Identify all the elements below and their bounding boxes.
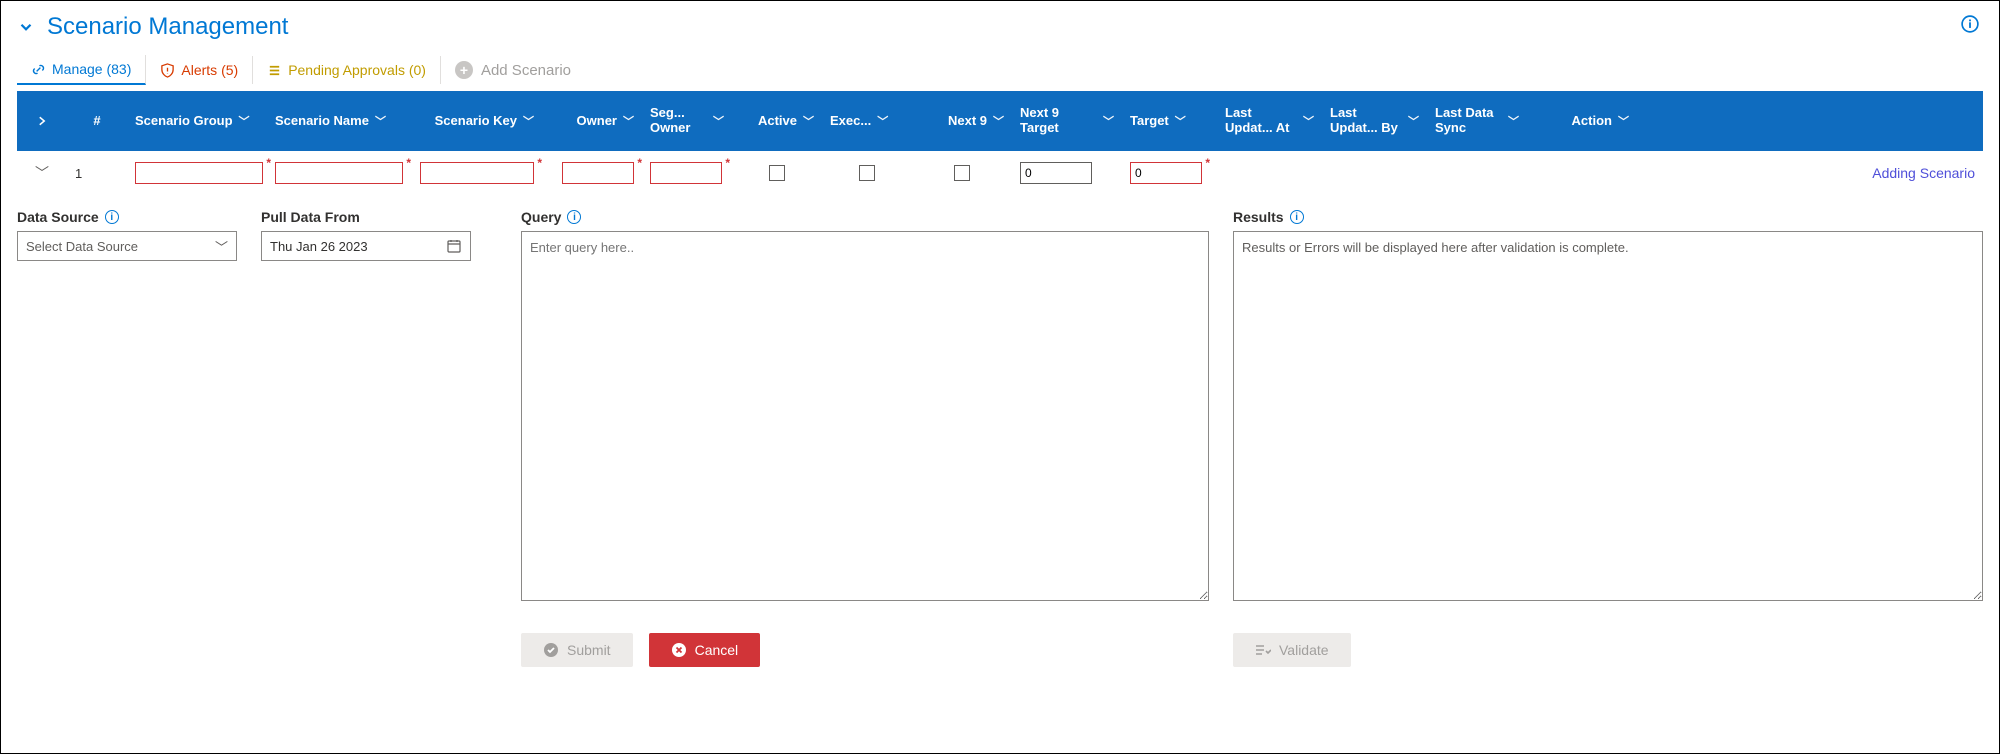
col-last-updated-at[interactable]: Last Updat... At﹀ [1217,106,1322,136]
pull-data-from-value: Thu Jan 26 2023 [270,239,368,254]
data-source-placeholder: Select Data Source [26,239,138,254]
query-label: Query [521,209,561,225]
results-output: Results or Errors will be displayed here… [1233,231,1983,601]
validate-button[interactable]: Validate [1233,633,1351,667]
cancel-label: Cancel [695,642,739,658]
scenario-key-input[interactable] [420,162,534,184]
tab-pending-label: Pending Approvals (0) [288,62,426,78]
panel: Scenario Management Manage (83) Alerts (… [0,0,2000,754]
validate-icon [1255,642,1271,658]
x-circle-icon [671,642,687,658]
active-checkbox[interactable] [769,165,785,181]
results-placeholder: Results or Errors will be displayed here… [1242,240,1629,255]
col-scenario-group[interactable]: Scenario Group﹀ [127,113,267,129]
chevron-down-icon[interactable]: ﹀ [877,113,888,129]
chevron-down-icon[interactable]: ﹀ [523,113,534,129]
shield-alert-icon [160,63,175,78]
exec-checkbox[interactable] [859,165,875,181]
col-next9-target[interactable]: Next 9 Target﹀ [1012,106,1122,136]
table-header: # Scenario Group﹀ Scenario Name﹀ Scenari… [17,91,1983,151]
tab-manage-label: Manage (83) [52,61,131,77]
form-area: Data Source i Select Data Source ﹀ Pull … [17,209,1983,667]
add-scenario-button[interactable]: + Add Scenario [441,55,585,85]
col-active[interactable]: Active﹀ [732,113,822,129]
chevron-down-icon[interactable]: ﹀ [1103,113,1114,129]
col-exec[interactable]: Exec...﹀ [822,113,912,129]
pull-data-from-field: Pull Data From Thu Jan 26 2023 [261,209,471,261]
info-icon[interactable]: i [1290,210,1304,224]
col-seg-owner[interactable]: Seg... Owner﹀ [642,106,732,136]
data-source-field: Data Source i Select Data Source ﹀ [17,209,237,261]
row-collapse-icon[interactable]: ﹀ [35,163,49,183]
chevron-down-icon[interactable]: ﹀ [623,113,634,129]
col-action[interactable]: Action﹀ [1527,113,1637,129]
scenario-name-input[interactable] [275,162,403,184]
info-icon[interactable]: i [105,210,119,224]
col-last-updated-by[interactable]: Last Updat... By﹀ [1322,106,1427,136]
chevron-down-icon[interactable]: ﹀ [1618,113,1629,129]
col-expander[interactable] [17,115,67,127]
col-owner[interactable]: Owner﹀ [542,113,642,129]
query-textarea[interactable] [521,231,1209,601]
col-target[interactable]: Target﹀ [1122,113,1217,129]
col-index[interactable]: # [67,114,127,129]
data-source-label: Data Source [17,209,99,225]
results-label: Results [1233,209,1284,225]
col-scenario-name[interactable]: Scenario Name﹀ [267,113,412,129]
chevron-down-icon[interactable]: ﹀ [1175,113,1186,129]
chevron-down-icon[interactable]: ﹀ [803,113,814,129]
chevron-down-icon[interactable]: ﹀ [239,113,250,129]
col-last-data-sync[interactable]: Last Data Sync﹀ [1427,106,1527,136]
tab-alerts[interactable]: Alerts (5) [146,56,253,84]
panel-header: Scenario Management [17,13,1983,41]
collapse-panel-icon[interactable] [17,18,35,36]
chevron-down-icon[interactable]: ﹀ [1508,113,1519,129]
info-icon[interactable] [1961,15,1979,33]
next9-checkbox[interactable] [954,165,970,181]
results-field: Results i Results or Errors will be disp… [1233,209,1983,667]
submit-button[interactable]: Submit [521,633,633,667]
tab-pending-approvals[interactable]: Pending Approvals (0) [253,56,441,84]
tab-manage[interactable]: Manage (83) [17,55,146,85]
chevron-down-icon[interactable]: ﹀ [713,113,724,129]
check-circle-icon [543,642,559,658]
target-input[interactable] [1130,162,1202,184]
add-scenario-label: Add Scenario [481,62,571,79]
validate-label: Validate [1279,642,1329,658]
data-source-select[interactable]: Select Data Source ﹀ [17,231,237,261]
plus-circle-icon: + [455,61,473,79]
calendar-icon [446,238,462,254]
pull-data-from-datepicker[interactable]: Thu Jan 26 2023 [261,231,471,261]
owner-input[interactable] [562,162,634,184]
col-scenario-key[interactable]: Scenario Key﹀ [412,113,542,129]
chevron-down-icon[interactable]: ﹀ [375,113,386,129]
tab-alerts-label: Alerts (5) [181,62,238,78]
next9-target-input[interactable] [1020,162,1092,184]
tab-bar: Manage (83) Alerts (5) Pending Approvals… [17,55,1983,85]
table-row: ﹀ 1 Adding Scenario [17,151,1983,195]
list-icon [267,63,282,78]
submit-label: Submit [567,642,611,658]
pull-data-from-label: Pull Data From [261,209,360,225]
seg-owner-input[interactable] [650,162,722,184]
page-title: Scenario Management [47,13,288,41]
row-status: Adding Scenario [1872,165,1975,181]
link-icon [31,62,46,77]
scenario-group-input[interactable] [135,162,263,184]
chevron-down-icon[interactable]: ﹀ [993,113,1004,129]
query-field: Query i Submit Cancel [521,209,1209,667]
chevron-down-icon[interactable]: ﹀ [1303,113,1314,129]
row-index: 1 [75,166,82,181]
chevron-down-icon[interactable]: ﹀ [1408,113,1419,129]
info-icon[interactable]: i [567,210,581,224]
cancel-button[interactable]: Cancel [649,633,761,667]
col-next9[interactable]: Next 9﹀ [912,113,1012,129]
chevron-down-icon: ﹀ [215,237,228,256]
